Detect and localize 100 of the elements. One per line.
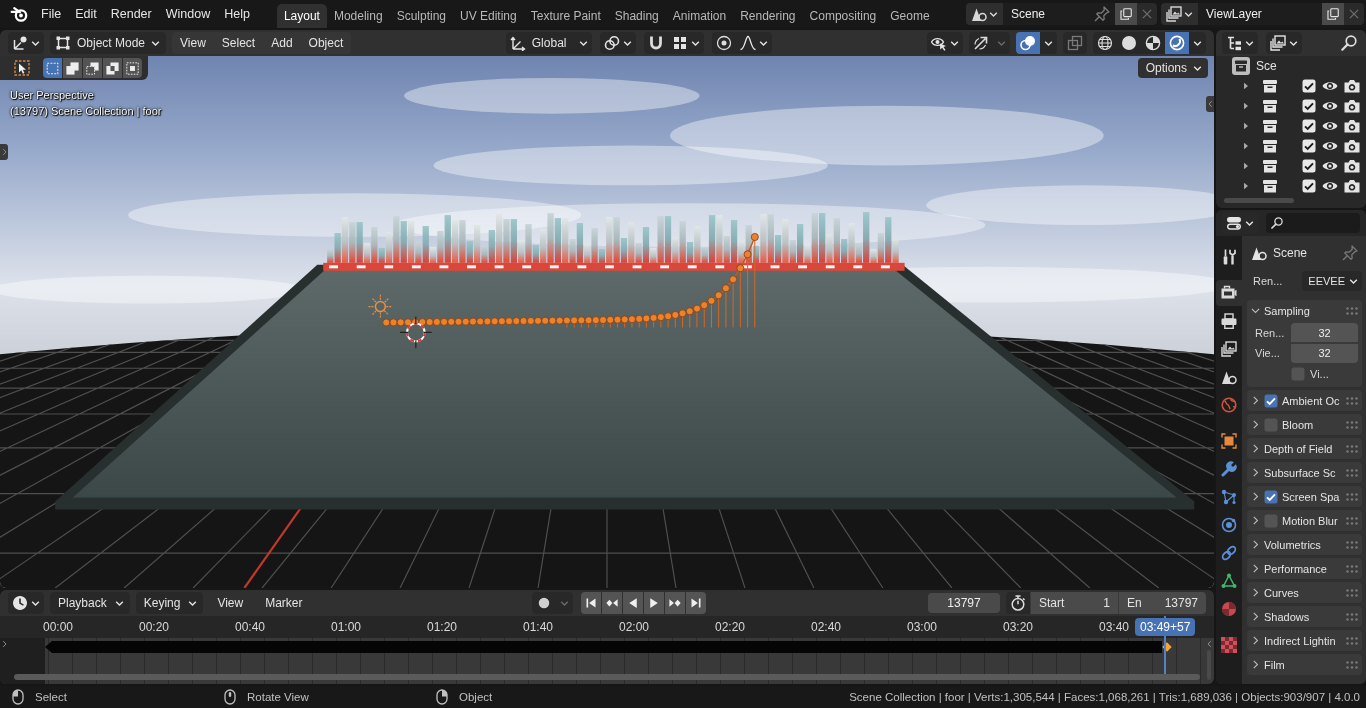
snap-target-dropdown[interactable] [668,32,705,54]
workspace-tab[interactable]: Compositing [802,4,884,28]
select-mode-button[interactable] [43,58,62,78]
checkbox[interactable] [1264,489,1278,504]
preview-range-toggle[interactable] [1006,592,1030,614]
close-button[interactable] [1137,3,1157,25]
scene-browse-button[interactable] [966,3,1003,25]
properties-tab[interactable] [1216,280,1242,306]
workspace-tab[interactable]: Animation [665,4,734,28]
panel-title[interactable]: Shadows [1264,610,1310,623]
mode-dropdown[interactable]: Object Mode [50,32,167,54]
drag-handle-icon[interactable] [1346,444,1358,453]
outliner-item-label[interactable]: Sce [1256,59,1277,73]
checkbox[interactable] [1264,417,1278,432]
drag-handle-icon[interactable] [1346,420,1358,429]
chevron-right-icon[interactable] [1251,660,1260,669]
channels-toggle-button[interactable] [1,639,8,649]
panel-title[interactable]: Curves [1264,586,1299,599]
panel-title[interactable]: Performance [1264,562,1327,575]
current-time-badge[interactable]: 03:49+57 [1135,618,1196,636]
xray-toggle[interactable] [1063,32,1087,54]
close-button[interactable] [1344,3,1364,25]
chevron-right-icon[interactable] [1251,636,1260,645]
toolbar-toggle-button[interactable] [0,144,8,160]
shading-mode-button[interactable] [1165,32,1189,54]
start-frame-field[interactable]: Start 1 [1030,592,1118,614]
panel-title[interactable]: Volumetrics [1264,538,1321,551]
playback-button[interactable] [581,592,602,614]
sidebar-toggle-button[interactable] [1206,639,1213,649]
scene-name-field[interactable]: Scene [1003,3,1115,25]
menu-item[interactable]: View [172,32,214,54]
drag-handle-icon[interactable] [1346,306,1358,315]
drag-handle-icon[interactable] [1346,468,1358,477]
view-layer-name-field[interactable]: ViewLayer [1198,3,1322,25]
checkbox[interactable] [1302,139,1316,153]
playback-button[interactable] [602,592,623,614]
select-mode-button[interactable] [83,58,102,78]
menu-dropdown[interactable]: Keying [135,592,204,614]
checkbox[interactable] [1264,393,1278,408]
menu-item[interactable]: Render [103,3,159,25]
search-field[interactable] [1266,213,1360,233]
orientation-dropdown[interactable]: Global [505,32,593,54]
disclosure-triangle-icon[interactable] [1242,102,1250,110]
view-layer-browse-button[interactable] [1161,3,1198,25]
select-mode-button[interactable] [103,58,122,78]
menu-item[interactable]: Add [263,32,301,54]
disclosure-triangle-icon[interactable] [1242,162,1250,170]
panel-title[interactable]: Bloom [1282,418,1314,431]
falloff-dropdown[interactable] [736,32,773,54]
shading-mode-button[interactable] [1141,32,1165,54]
panel-title[interactable]: Film [1264,658,1285,671]
end-frame-field[interactable]: En 13797 [1118,592,1206,614]
panel-title[interactable]: Sampling [1264,304,1310,317]
select-mode-button[interactable] [123,58,142,78]
panel-title[interactable]: Indirect Lightin [1264,634,1336,647]
workspace-tab[interactable]: Sculpting [389,4,453,28]
chevron-right-icon[interactable] [1251,588,1260,597]
scrollbar[interactable] [1224,198,1294,203]
duplicate-button[interactable] [1115,3,1137,25]
playback-button[interactable] [665,592,686,614]
drag-handle-icon[interactable] [1346,636,1358,645]
checkbox[interactable] [1291,367,1305,381]
drag-handle-icon[interactable] [1346,516,1358,525]
chevron-right-icon[interactable] [1251,540,1260,549]
menu-item[interactable]: Select [213,32,264,54]
display-mode-dropdown[interactable] [1266,32,1302,54]
drag-handle-icon[interactable] [1346,396,1358,405]
drag-handle-icon[interactable] [1346,540,1358,549]
checkbox[interactable] [1302,159,1316,173]
disclosure-triangle-icon[interactable] [1242,142,1250,150]
pivot-dropdown[interactable] [600,32,637,54]
drag-handle-icon[interactable] [1346,660,1358,669]
playback-button[interactable] [686,592,707,614]
menu-item[interactable]: Object [300,32,352,54]
chevron-right-icon[interactable] [1251,564,1260,573]
playback-button[interactable] [623,592,644,614]
workspace-tab[interactable]: Texture Paint [523,4,608,28]
sidebar-toggle-button[interactable] [1206,96,1214,112]
checkbox[interactable] [1302,119,1316,133]
gizmo-toggle[interactable] [969,32,993,54]
menu-item[interactable]: Help [217,3,257,25]
panel-title[interactable]: Ambient Oc [1282,394,1340,407]
number-field[interactable]: 32 [1291,323,1358,342]
chevron-right-icon[interactable] [1251,516,1260,525]
checkbox[interactable] [1302,99,1316,113]
checkbox[interactable] [1264,513,1278,528]
number-field[interactable]: 32 [1291,343,1358,363]
render-engine-dropdown[interactable]: EEVEE [1302,271,1362,291]
checkbox[interactable] [1302,179,1316,193]
menu-item[interactable]: Marker [257,592,311,614]
options-dropdown[interactable]: Options [1137,58,1208,78]
current-frame-field[interactable]: 13797 [928,593,1000,613]
panel-title[interactable]: Motion Blur [1282,514,1338,527]
chevron-right-icon[interactable] [1251,468,1260,477]
selectability-dropdown[interactable] [927,32,963,54]
chevron-right-icon[interactable] [1251,396,1260,405]
chevron-right-icon[interactable] [1251,612,1260,621]
workspace-tab[interactable]: UV Editing [453,4,524,28]
drag-handle-icon[interactable] [1346,588,1358,597]
proportional-edit-toggle[interactable] [712,32,737,54]
